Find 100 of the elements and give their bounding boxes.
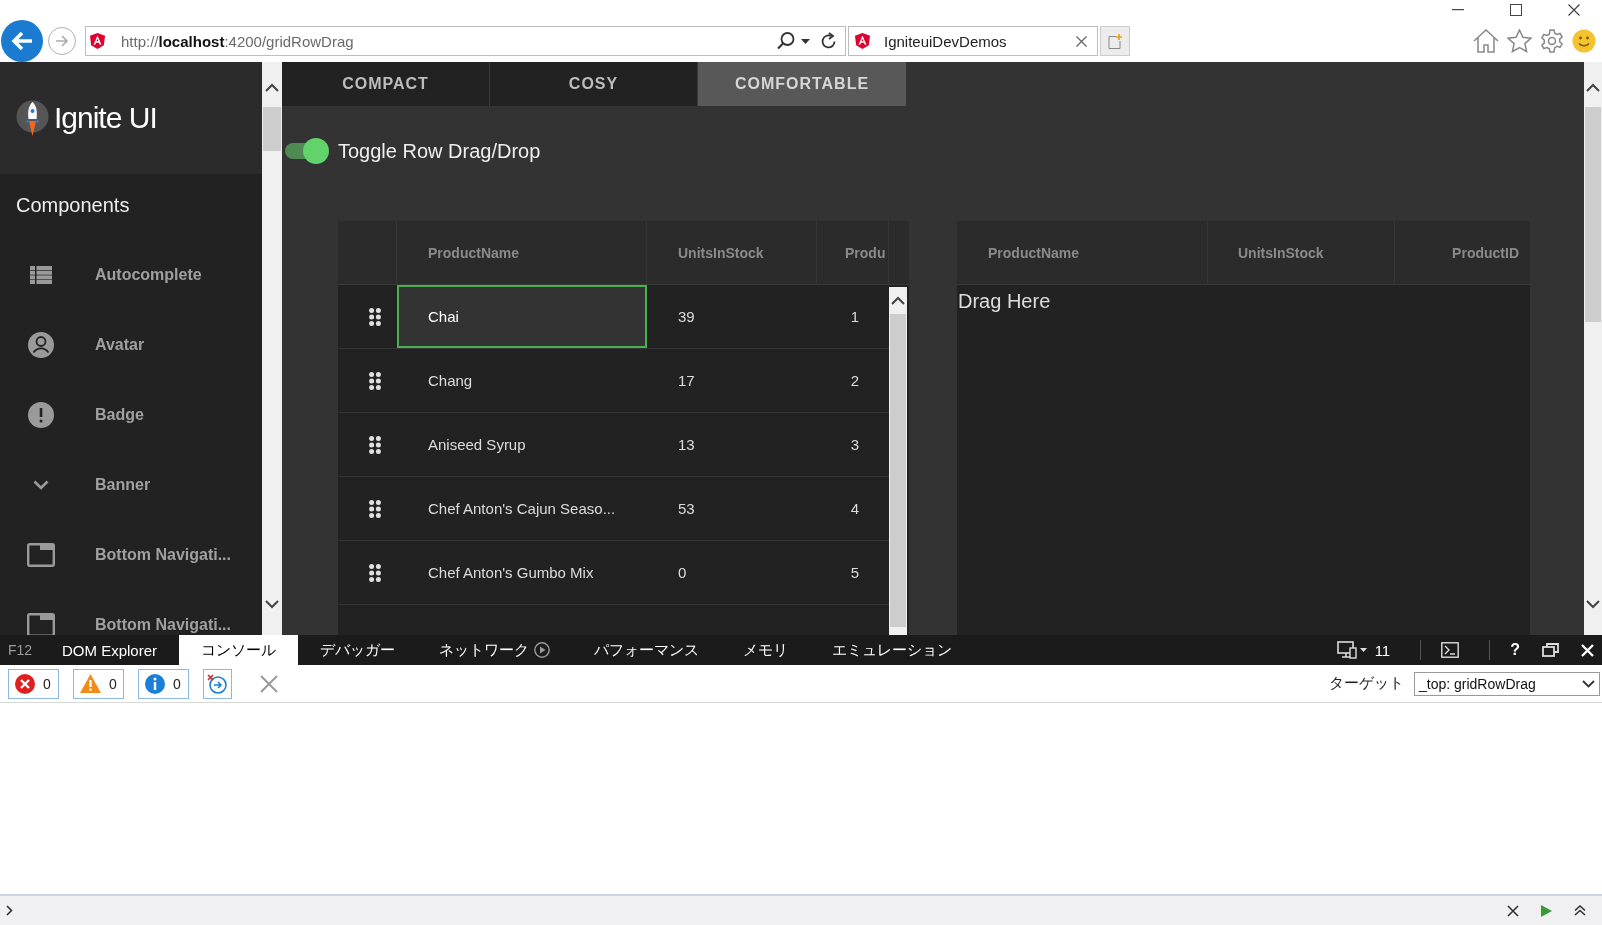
table-cell-text: Chef Anton's Gumbo Mix bbox=[427, 563, 595, 583]
devtools-tab[interactable]: デバッガー bbox=[298, 635, 418, 665]
target-select[interactable]: _top: gridRowDrag bbox=[1414, 671, 1600, 696]
star-icon[interactable] bbox=[1507, 29, 1532, 53]
close-icon[interactable] bbox=[1507, 904, 1519, 917]
clear-on-navigate-button[interactable] bbox=[203, 668, 232, 699]
back-button[interactable] bbox=[1, 20, 43, 62]
nav-item[interactable]: Autocomplete bbox=[0, 240, 262, 310]
scrollbar[interactable] bbox=[889, 287, 907, 635]
column-header[interactable]: ProductName bbox=[397, 221, 647, 284]
chevron-up-icon[interactable] bbox=[265, 83, 279, 92]
shield-logo-icon bbox=[855, 33, 870, 49]
address-field[interactable]: http://localhost:4200/gridRowDrag bbox=[85, 26, 846, 56]
table-cell-text: 0 bbox=[677, 563, 688, 583]
terminal-icon[interactable] bbox=[1441, 642, 1460, 658]
arrow-right-icon bbox=[55, 35, 69, 47]
devtools-tab[interactable]: エミュレーション bbox=[810, 635, 975, 665]
list-icon bbox=[30, 266, 52, 284]
maximize-icon[interactable] bbox=[1510, 4, 1522, 16]
caret-down-icon[interactable] bbox=[801, 38, 810, 44]
scrollbar[interactable] bbox=[262, 62, 282, 635]
table-cell-text: 4 bbox=[849, 499, 860, 519]
density-tab[interactable]: COSY bbox=[490, 62, 698, 106]
drop-zone-text: Drag Here bbox=[958, 290, 1051, 312]
table-cell-text: 53 bbox=[677, 499, 696, 519]
error-icon bbox=[15, 673, 35, 694]
scrollbar-thumb[interactable] bbox=[890, 314, 906, 627]
table-cell: Chai bbox=[397, 285, 647, 348]
density-tab[interactable]: COMPACT bbox=[282, 62, 490, 106]
url-text: http://localhost:4200/gridRowDrag bbox=[121, 32, 354, 50]
devtools-tab[interactable]: DOM Explorer bbox=[40, 635, 180, 665]
density-tab[interactable]: COMFORTABLE bbox=[698, 62, 906, 106]
table-cell-text: Chef Anton's Cajun Seaso... bbox=[427, 499, 617, 519]
alert-badge-icon bbox=[28, 402, 54, 428]
play-circle-icon bbox=[534, 642, 551, 658]
scrollbar[interactable] bbox=[1584, 62, 1602, 635]
window-icon bbox=[27, 543, 55, 567]
scrollbar-thumb[interactable] bbox=[1585, 107, 1601, 322]
caret-down-icon[interactable] bbox=[1359, 648, 1367, 652]
minimize-icon[interactable] bbox=[1452, 9, 1464, 11]
table-cell-text: 13 bbox=[677, 435, 696, 455]
drag-handle-icon[interactable] bbox=[368, 563, 381, 582]
counter-button[interactable]: 0 bbox=[138, 668, 189, 699]
devtools-tab[interactable]: メモリ bbox=[721, 635, 811, 665]
column-header[interactable]: Produ bbox=[817, 221, 889, 284]
clear-icon[interactable] bbox=[260, 674, 278, 693]
table-cell-text: 17 bbox=[677, 371, 696, 391]
nav-item[interactable]: Banner bbox=[0, 450, 262, 520]
drag-handle-icon[interactable] bbox=[368, 307, 381, 326]
column-header[interactable]: ProductName bbox=[957, 221, 1208, 284]
play-icon[interactable] bbox=[1541, 904, 1552, 917]
chevron-down-icon[interactable] bbox=[1586, 600, 1600, 609]
refresh-icon[interactable] bbox=[820, 32, 837, 50]
counter-button[interactable]: 0 bbox=[73, 668, 124, 699]
console-input[interactable] bbox=[0, 894, 1602, 925]
table-cell-text: 1 bbox=[849, 307, 860, 327]
chevron-up-icon[interactable] bbox=[1586, 83, 1600, 92]
table-cell-text: 39 bbox=[677, 307, 696, 327]
monitor-icon[interactable] bbox=[1336, 641, 1357, 659]
drag-handle-icon[interactable] bbox=[368, 499, 381, 518]
browser-tab[interactable]: IgniteuiDevDemos bbox=[848, 26, 1098, 56]
logo-text: Ignite UI bbox=[54, 101, 157, 135]
rocket-logo-icon bbox=[16, 99, 49, 137]
arrow-left-icon bbox=[11, 31, 33, 51]
restore-window-icon[interactable] bbox=[1542, 643, 1559, 657]
smiley-icon[interactable] bbox=[1572, 29, 1596, 53]
settings-icon[interactable] bbox=[1540, 29, 1564, 53]
warning-icon bbox=[80, 674, 101, 693]
chevron-down-icon[interactable] bbox=[265, 600, 279, 609]
close-icon[interactable] bbox=[1568, 4, 1580, 16]
column-header[interactable]: UnitsInStock bbox=[1208, 221, 1395, 284]
table-cell-text: 2 bbox=[849, 371, 860, 391]
document-mode[interactable]: 11 bbox=[1374, 641, 1391, 659]
scrollbar-thumb[interactable] bbox=[263, 107, 281, 151]
search-icon[interactable] bbox=[777, 32, 795, 50]
shield-logo-icon bbox=[90, 33, 105, 49]
counter-button[interactable]: 0 bbox=[8, 668, 59, 699]
nav-item[interactable]: Bottom Navigati... bbox=[0, 520, 262, 590]
info-icon bbox=[145, 673, 165, 694]
table-cell-text: 3 bbox=[849, 435, 860, 455]
devtools-tab[interactable]: ネットワーク bbox=[417, 635, 573, 665]
table-cell-text: Aniseed Syrup bbox=[427, 435, 527, 455]
column-header[interactable]: ProductID bbox=[1395, 221, 1530, 284]
devtools-tab[interactable]: コンソール bbox=[179, 635, 299, 665]
column-header[interactable]: UnitsInStock bbox=[647, 221, 817, 284]
chevron-up-icon[interactable] bbox=[891, 296, 905, 305]
home-icon[interactable] bbox=[1473, 29, 1499, 53]
nav-item[interactable]: Avatar bbox=[0, 310, 262, 380]
double-chevron-up-icon[interactable] bbox=[1574, 905, 1586, 916]
devtools-label: F12 bbox=[7, 642, 34, 658]
section-title: Components bbox=[15, 193, 131, 218]
help-button[interactable]: ? bbox=[1510, 641, 1520, 659]
chevron-down-icon bbox=[33, 480, 49, 490]
drag-handle-icon[interactable] bbox=[368, 435, 381, 454]
toggle-label: Toggle Row Drag/Drop bbox=[338, 139, 541, 163]
new-tab-icon bbox=[1108, 33, 1122, 49]
devtools-tab[interactable]: パフォーマンス bbox=[572, 635, 722, 665]
toggle-switch[interactable] bbox=[285, 137, 329, 165]
drag-handle-icon[interactable] bbox=[368, 371, 381, 390]
nav-item[interactable]: Badge bbox=[0, 380, 262, 450]
